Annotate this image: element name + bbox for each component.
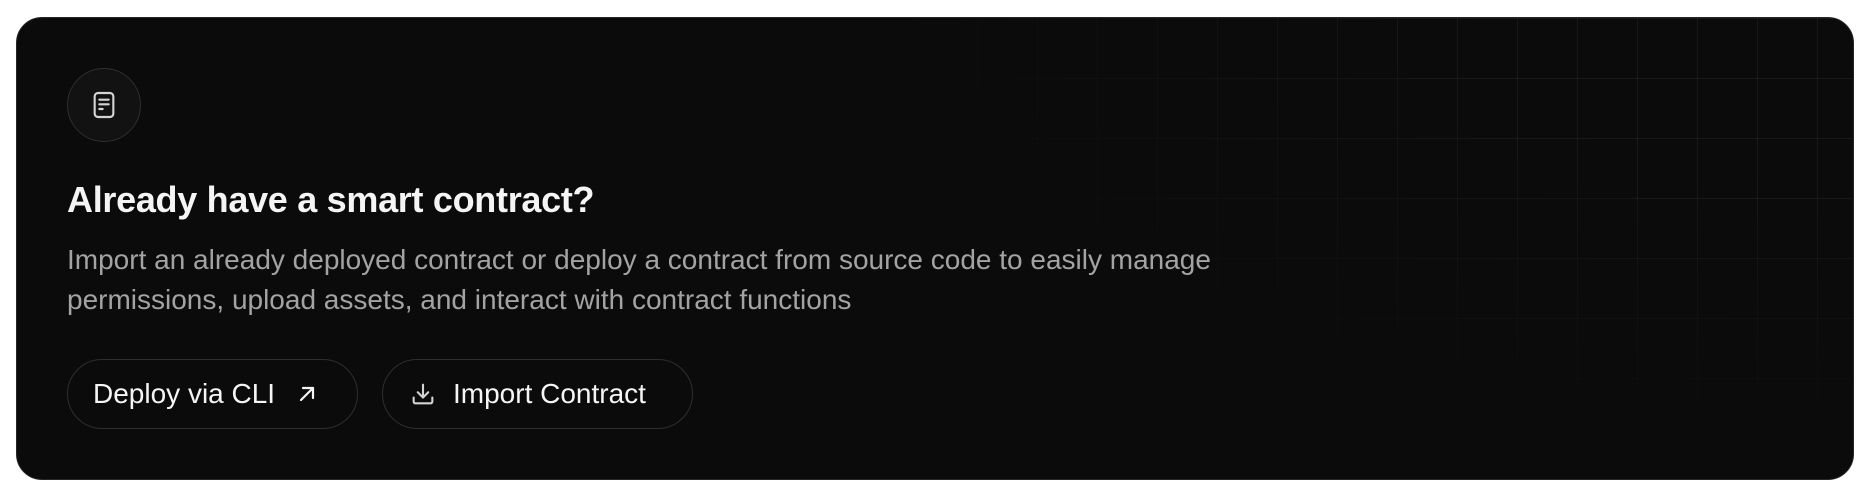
deploy-via-cli-label: Deploy via CLI bbox=[93, 378, 276, 409]
arrow-up-right-icon bbox=[295, 382, 319, 406]
document-icon bbox=[88, 89, 120, 121]
download-icon bbox=[409, 380, 437, 408]
card-title: Already have a smart contract? bbox=[67, 179, 595, 220]
deploy-via-cli-button[interactable]: Deploy via CLI bbox=[67, 359, 358, 429]
card-description: Import an already deployed contract or d… bbox=[67, 244, 1211, 315]
import-contract-label: Import Contract bbox=[453, 378, 646, 409]
icon-badge bbox=[67, 68, 141, 142]
import-contract-button[interactable]: Import Contract bbox=[382, 359, 693, 429]
import-contract-card: Already have a smart contract? Import an… bbox=[16, 17, 1854, 480]
